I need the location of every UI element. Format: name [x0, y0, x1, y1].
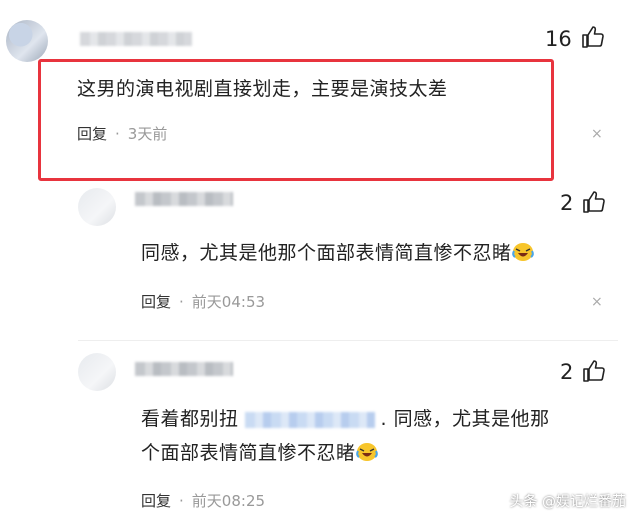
comment-text: 看着都别扭 . 同感，尤其是他那 [141, 404, 550, 431]
mention-blurred[interactable] [244, 411, 375, 428]
reply-button[interactable]: 回复 [141, 492, 171, 510]
close-icon[interactable]: × [591, 126, 603, 142]
timestamp: 3天前 [127, 125, 168, 143]
timestamp: 前天08:25 [191, 492, 266, 510]
like-count: 16 [545, 27, 572, 51]
avatar[interactable] [6, 20, 48, 62]
reply-button[interactable]: 回复 [141, 293, 171, 311]
close-icon[interactable]: × [591, 294, 603, 310]
avatar[interactable] [78, 188, 116, 226]
comment-text-prefix: 看着都别扭 [141, 408, 239, 430]
watermark-text: 头条 @娱记烂番茄 [509, 494, 626, 510]
comment-meta: 回复 · 前天04:53 [141, 291, 265, 312]
meta-dot: · [179, 492, 184, 510]
username-blurred[interactable] [80, 32, 192, 46]
meta-dot: · [115, 125, 120, 143]
meta-dot: · [179, 293, 184, 311]
comment-meta: 回复 · 前天08:25 [141, 490, 265, 511]
thumb-up-icon[interactable] [581, 25, 605, 49]
comment-text-line2: 个面部表情简直惨不忍睹 [141, 438, 378, 465]
like-count: 2 [560, 360, 574, 384]
thumb-up-icon[interactable] [582, 359, 606, 383]
reply-button[interactable]: 回复 [77, 125, 107, 143]
watermark: 头条 @娱记烂番茄 [510, 491, 626, 511]
divider [78, 340, 618, 341]
comment-text-body: 个面部表情简直惨不忍睹 [141, 442, 356, 464]
comment-text: 这男的演电视剧直接划走，主要是演技太差 [77, 78, 448, 100]
comment-text-body: 同感，尤其是他那个面部表情简直惨不忍睹 [141, 242, 512, 264]
avatar[interactable] [78, 353, 116, 391]
laugh-cry-emoji-icon [511, 243, 534, 261]
username-blurred[interactable] [135, 192, 233, 206]
username-blurred[interactable] [135, 362, 233, 376]
timestamp: 前天04:53 [191, 293, 266, 311]
thumb-up-icon[interactable] [582, 190, 606, 214]
like-count: 2 [560, 191, 574, 215]
laugh-cry-emoji-icon [355, 443, 378, 461]
comment-text: 同感，尤其是他那个面部表情简直惨不忍睹 [141, 238, 534, 265]
comment-text-suffix: . 同感，尤其是他那 [380, 408, 550, 430]
comment-meta: 回复 · 3天前 [77, 123, 167, 144]
